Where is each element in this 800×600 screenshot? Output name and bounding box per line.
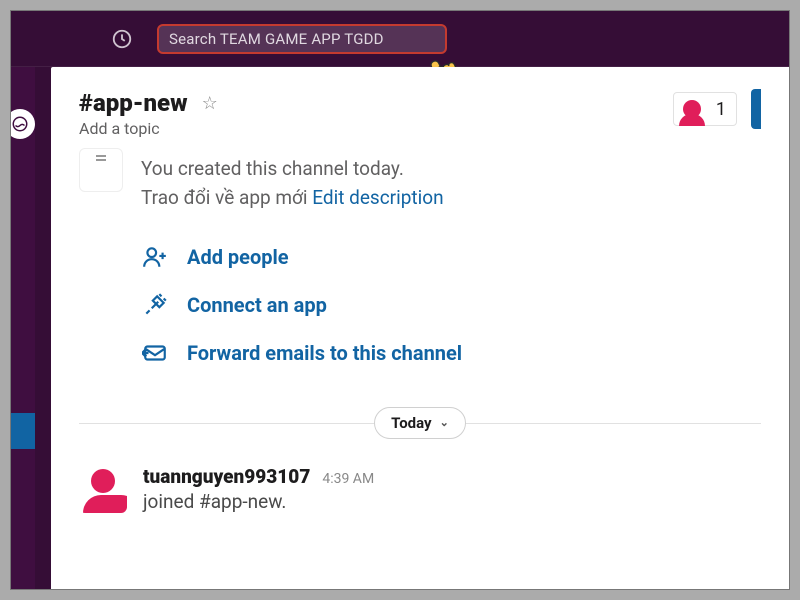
- connect-app-button[interactable]: Connect an app: [141, 291, 761, 319]
- channel-description-line: Trao đổi về app mới Edit description: [141, 183, 444, 212]
- star-icon[interactable]: ☆: [202, 93, 218, 114]
- date-label: Today: [391, 414, 431, 432]
- add-people-button[interactable]: Add people: [141, 243, 761, 271]
- channel-actions: Add people Connect an app Forward emails…: [141, 243, 761, 367]
- user-avatar[interactable]: [79, 465, 127, 513]
- member-count-button[interactable]: 1: [673, 92, 737, 126]
- created-channel-line: You created this channel today.: [141, 154, 444, 183]
- search-input[interactable]: Search TEAM GAME APP TGDD: [157, 24, 447, 54]
- top-bar: Search TEAM GAME APP TGDD: [11, 11, 789, 67]
- date-pill[interactable]: Today ⌄: [374, 407, 466, 439]
- edit-description-link[interactable]: Edit description: [312, 186, 443, 209]
- member-count: 1: [716, 99, 726, 120]
- forward-email-icon: [141, 339, 169, 367]
- channel-title[interactable]: #app-new: [79, 89, 188, 117]
- date-separator: Today ⌄: [79, 407, 761, 439]
- message-item: tuannguyen993107 4:39 AM joined #app-new…: [79, 465, 761, 513]
- search-placeholder: Search TEAM GAME APP TGDD: [169, 30, 384, 48]
- description-text: Trao đổi về app mới: [141, 186, 312, 209]
- plug-icon: [141, 291, 169, 319]
- channel-hash-icon: [79, 148, 123, 192]
- forward-emails-button[interactable]: Forward emails to this channel: [141, 339, 761, 367]
- history-icon[interactable]: [111, 28, 133, 50]
- action-label: Add people: [187, 245, 289, 269]
- sidebar: [11, 67, 35, 589]
- add-people-icon: [141, 243, 169, 271]
- app-window: Search TEAM GAME APP TGDD #: [10, 10, 790, 590]
- message-username[interactable]: tuannguyen993107: [143, 465, 310, 488]
- chevron-down-icon: ⌄: [440, 416, 449, 429]
- add-topic[interactable]: Add a topic: [79, 119, 218, 138]
- action-label: Connect an app: [187, 293, 327, 317]
- avatar-icon: [678, 95, 706, 123]
- details-button-sliver[interactable]: [751, 89, 761, 129]
- message-text: joined #app-new.: [143, 490, 374, 513]
- action-label: Forward emails to this channel: [187, 341, 462, 365]
- workspace-logo[interactable]: [10, 109, 35, 139]
- message-time: 4:39 AM: [322, 471, 374, 487]
- channel-header-right: 1: [673, 89, 761, 129]
- channel-body: You created this channel today. Trao đổi…: [51, 144, 789, 513]
- main-panel: #app-new ☆ Add a topic 1 You created: [51, 67, 789, 589]
- search-wrap: Search TEAM GAME APP TGDD: [157, 24, 447, 54]
- sidebar-active-indicator: [11, 413, 35, 449]
- channel-header: #app-new ☆ Add a topic 1: [51, 67, 789, 144]
